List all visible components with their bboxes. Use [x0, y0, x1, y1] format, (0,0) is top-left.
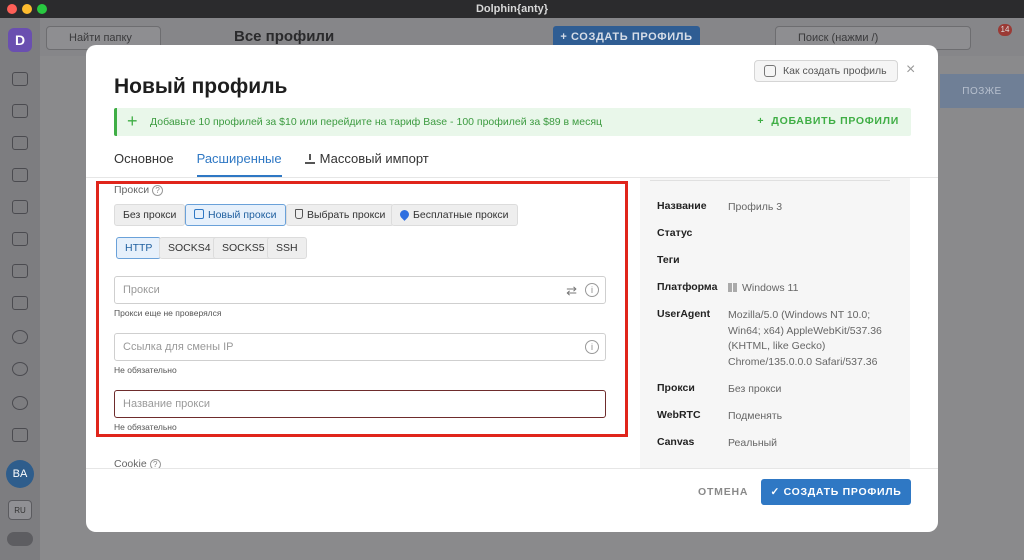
summary-divider: [650, 180, 890, 181]
promo-banner: + Добавьте 10 профилей за $10 или перейд…: [114, 108, 911, 136]
summary-value-useragent: Mozilla/5.0 (Windows NT 10.0; Win64; x64…: [728, 309, 882, 368]
footer-divider: [86, 468, 938, 469]
close-icon[interactable]: ×: [906, 61, 915, 79]
proxy-mode-free[interactable]: Бесплатные прокси: [391, 204, 518, 226]
ip-change-placeholder: Ссылка для смены IP: [123, 341, 234, 353]
profile-summary-panel: Название Профиль 3 Статус Теги Платформа…: [640, 178, 910, 468]
summary-key-useragent: UserAgent: [657, 308, 711, 320]
window-title: Dolphin{anty}: [475, 3, 549, 15]
window-titlebar: Dolphin{anty}: [0, 0, 1024, 18]
proxy-type-http[interactable]: HTTP: [116, 237, 162, 259]
window-controls: [7, 4, 47, 14]
plus-icon: +: [127, 111, 138, 131]
language-selector[interactable]: RU: [8, 500, 32, 520]
proxy-type-socks4[interactable]: SOCKS4: [159, 237, 220, 259]
ip-change-hint: Не обязательно: [114, 365, 177, 375]
proxy-mode-new[interactable]: Новый прокси: [185, 204, 286, 226]
proxy-section-label: Прокси?: [114, 184, 164, 196]
video-icon: [764, 65, 776, 77]
bookmark-icon: [295, 209, 303, 219]
advanced-form: Прокси? Без прокси Новый прокси Выбрать …: [86, 178, 638, 468]
modal-tabs: Основное Расширенные Массовый импорт: [114, 149, 452, 179]
promo-text: Добавьте 10 профилей за $10 или перейдит…: [150, 116, 603, 128]
minimize-window-button[interactable]: [22, 4, 32, 14]
proxy-type-socks5[interactable]: SOCKS5: [213, 237, 274, 259]
summary-key-status: Статус: [657, 227, 693, 239]
scenario-icon[interactable]: [12, 136, 28, 150]
avatar[interactable]: BA: [6, 460, 34, 488]
summary-value-platform: Windows 11: [728, 281, 898, 297]
info-icon[interactable]: i: [585, 283, 599, 297]
notifications-badge[interactable]: 14: [998, 24, 1012, 36]
help-icon[interactable]: [12, 330, 28, 344]
left-sidebar: D BA RU: [0, 18, 40, 560]
tab-bulk-import[interactable]: Массовый импорт: [304, 149, 429, 177]
proxy-label-text: Прокси: [114, 184, 150, 196]
create-profile-button[interactable]: ✓ СОЗДАТЬ ПРОФИЛЬ: [761, 479, 911, 505]
proxy-input-placeholder: Прокси: [123, 284, 160, 296]
create-profile-label: СОЗДАТЬ ПРОФИЛЬ: [783, 486, 902, 498]
proxy-mode-select[interactable]: Выбрать прокси: [286, 204, 395, 226]
proxy-mode-none[interactable]: Без прокси: [114, 204, 186, 226]
later-button[interactable]: ПОЗЖЕ: [940, 74, 1024, 108]
summary-key-canvas: Canvas: [657, 436, 695, 448]
summary-key-name: Название: [657, 200, 707, 212]
modal-title: Новый профиль: [114, 75, 288, 98]
api-icon[interactable]: [12, 264, 28, 278]
new-profile-modal: Новый профиль Как создать профиль × + До…: [86, 45, 938, 532]
add-profiles-button[interactable]: + ДОБАВИТЬ ПРОФИЛИ: [757, 115, 899, 127]
zoom-window-button[interactable]: [37, 4, 47, 14]
users-icon[interactable]: [12, 232, 28, 246]
extensions-icon[interactable]: [12, 200, 28, 214]
proxy-mode-select-label: Выбрать прокси: [307, 209, 386, 221]
tab-basic[interactable]: Основное: [114, 149, 174, 177]
cookie-section-label: Cookie?: [114, 458, 161, 468]
swap-icon[interactable]: ⇄: [566, 278, 577, 304]
add-profiles-label: ДОБАВИТЬ ПРОФИЛИ: [771, 115, 899, 127]
proxy-name-placeholder: Название прокси: [123, 398, 210, 410]
new-proxy-icon: [194, 209, 204, 219]
tab-advanced[interactable]: Расширенные: [196, 149, 282, 177]
tab-bulk-import-label: Массовый импорт: [319, 151, 429, 166]
summary-value-platform-text: Windows 11: [742, 282, 799, 294]
proxy-input[interactable]: Прокси ⇄ i: [114, 276, 606, 304]
proxy-name-input[interactable]: Название прокси: [114, 390, 606, 418]
rocket-icon[interactable]: [12, 296, 28, 310]
drop-icon: [398, 208, 411, 221]
app-logo: D: [8, 28, 32, 52]
copy-icon[interactable]: [12, 168, 28, 182]
page-title: Все профили: [234, 28, 335, 45]
ip-change-link-input[interactable]: Ссылка для смены IP i: [114, 333, 606, 361]
download-icon: [304, 154, 315, 164]
proxy-mode-new-label: Новый прокси: [208, 209, 277, 221]
theme-toggle[interactable]: [7, 532, 33, 546]
summary-value-name: Профиль 3: [728, 201, 783, 213]
summary-value-proxy: Без прокси: [728, 383, 782, 395]
settings-icon[interactable]: [12, 362, 28, 376]
windows-icon: [728, 283, 737, 292]
bulb-icon[interactable]: [12, 396, 28, 410]
summary-key-tags: Теги: [657, 254, 680, 266]
cookie-label-text: Cookie: [114, 458, 147, 468]
browser-profiles-icon[interactable]: [12, 72, 28, 86]
help-icon[interactable]: ?: [152, 185, 164, 196]
how-to-create-button[interactable]: Как создать профиль: [754, 60, 898, 82]
proxy-mode-free-label: Бесплатные прокси: [413, 209, 509, 221]
how-to-create-label: Как создать профиль: [783, 65, 887, 77]
proxy-check-hint: Прокси еще не проверялся: [114, 308, 222, 318]
help-icon[interactable]: ?: [149, 459, 161, 468]
summary-value-webrtc: Подменять: [728, 410, 783, 422]
info-icon[interactable]: i: [585, 340, 599, 354]
summary-key-platform: Платформа: [657, 281, 718, 293]
summary-value-canvas: Реальный: [728, 437, 778, 449]
proxy-name-hint: Не обязательно: [114, 422, 177, 432]
summary-key-proxy: Прокси: [657, 382, 695, 394]
logout-icon[interactable]: [12, 428, 28, 442]
cancel-button[interactable]: ОТМЕНА: [698, 486, 748, 498]
summary-key-webrtc: WebRTC: [657, 409, 701, 421]
proxy-type-ssh[interactable]: SSH: [267, 237, 307, 259]
link-icon[interactable]: [12, 104, 28, 118]
close-window-button[interactable]: [7, 4, 17, 14]
